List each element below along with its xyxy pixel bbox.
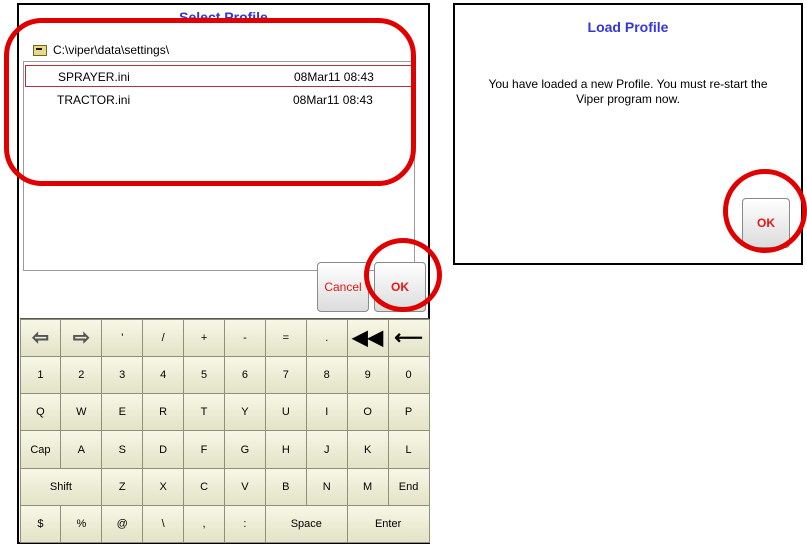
arrow-right-outline-icon[interactable]: ⇨ <box>60 318 103 357</box>
key-n[interactable]: N <box>305 467 348 507</box>
key-at[interactable]: @ <box>101 505 144 544</box>
key-r[interactable]: R <box>142 393 185 432</box>
ok-button-highlight <box>723 169 807 253</box>
ok-button-highlight <box>364 238 442 312</box>
key-v[interactable]: V <box>224 467 266 507</box>
key-z[interactable]: Z <box>101 467 144 507</box>
key-k[interactable]: K <box>346 430 389 469</box>
key-i[interactable]: I <box>305 393 348 432</box>
key-percent[interactable]: % <box>60 505 103 544</box>
key-6[interactable]: 6 <box>224 355 266 395</box>
cancel-button[interactable]: Cancel <box>317 262 369 312</box>
key-equals[interactable]: = <box>264 318 307 357</box>
key-e[interactable]: E <box>101 393 144 432</box>
key-j[interactable]: J <box>305 430 348 469</box>
load-profile-title: Load Profile <box>587 19 669 35</box>
key-q[interactable]: Q <box>19 393 62 432</box>
key-8[interactable]: 8 <box>305 355 348 395</box>
key-dollar[interactable]: $ <box>19 505 62 544</box>
key-9[interactable]: 9 <box>346 355 389 395</box>
restart-message: You have loaded a new Profile. You must … <box>488 77 768 106</box>
key-apostrophe[interactable]: ' <box>101 318 144 357</box>
key-0[interactable]: 0 <box>387 355 430 395</box>
key-f[interactable]: F <box>183 430 225 469</box>
key-m[interactable]: M <box>346 467 389 507</box>
key-backslash[interactable]: \ <box>142 505 185 544</box>
key-o[interactable]: O <box>346 393 389 432</box>
backspace-arrow-icon[interactable]: ⟵ <box>387 318 430 357</box>
key-l[interactable]: L <box>387 430 430 469</box>
key-b[interactable]: B <box>264 467 307 507</box>
key-p[interactable]: P <box>387 393 430 432</box>
key-slash[interactable]: / <box>142 318 185 357</box>
key-c[interactable]: C <box>183 467 225 507</box>
key-minus[interactable]: - <box>224 318 266 357</box>
key-u[interactable]: U <box>264 393 307 432</box>
key-enter[interactable]: Enter <box>346 505 430 544</box>
key-end[interactable]: End <box>387 467 430 507</box>
double-arrow-left-icon[interactable]: ◀◀ <box>346 318 389 357</box>
file-list-highlight <box>4 18 416 186</box>
key-1[interactable]: 1 <box>19 355 62 395</box>
key-s[interactable]: S <box>101 430 144 469</box>
key-comma[interactable]: , <box>183 505 225 544</box>
key-y[interactable]: Y <box>224 393 266 432</box>
key-shift[interactable]: Shift <box>19 467 103 507</box>
key-colon[interactable]: : <box>224 505 266 544</box>
key-space[interactable]: Space <box>264 505 348 544</box>
key-t[interactable]: T <box>183 393 225 432</box>
key-w[interactable]: W <box>60 393 103 432</box>
key-4[interactable]: 4 <box>142 355 185 395</box>
key-a[interactable]: A <box>60 430 103 469</box>
on-screen-keyboard: ⇦ ⇨ ' / + - = . ◀◀ ⟵ 1 2 3 4 5 6 7 8 9 0… <box>19 318 430 544</box>
key-caps[interactable]: Cap <box>19 430 62 469</box>
key-h[interactable]: H <box>264 430 307 469</box>
key-period[interactable]: . <box>305 318 348 357</box>
key-plus[interactable]: + <box>183 318 225 357</box>
key-2[interactable]: 2 <box>60 355 103 395</box>
arrow-left-outline-icon[interactable]: ⇦ <box>19 318 62 357</box>
key-x[interactable]: X <box>142 467 185 507</box>
key-7[interactable]: 7 <box>264 355 307 395</box>
key-3[interactable]: 3 <box>101 355 144 395</box>
key-5[interactable]: 5 <box>183 355 225 395</box>
key-d[interactable]: D <box>142 430 185 469</box>
key-g[interactable]: G <box>224 430 266 469</box>
